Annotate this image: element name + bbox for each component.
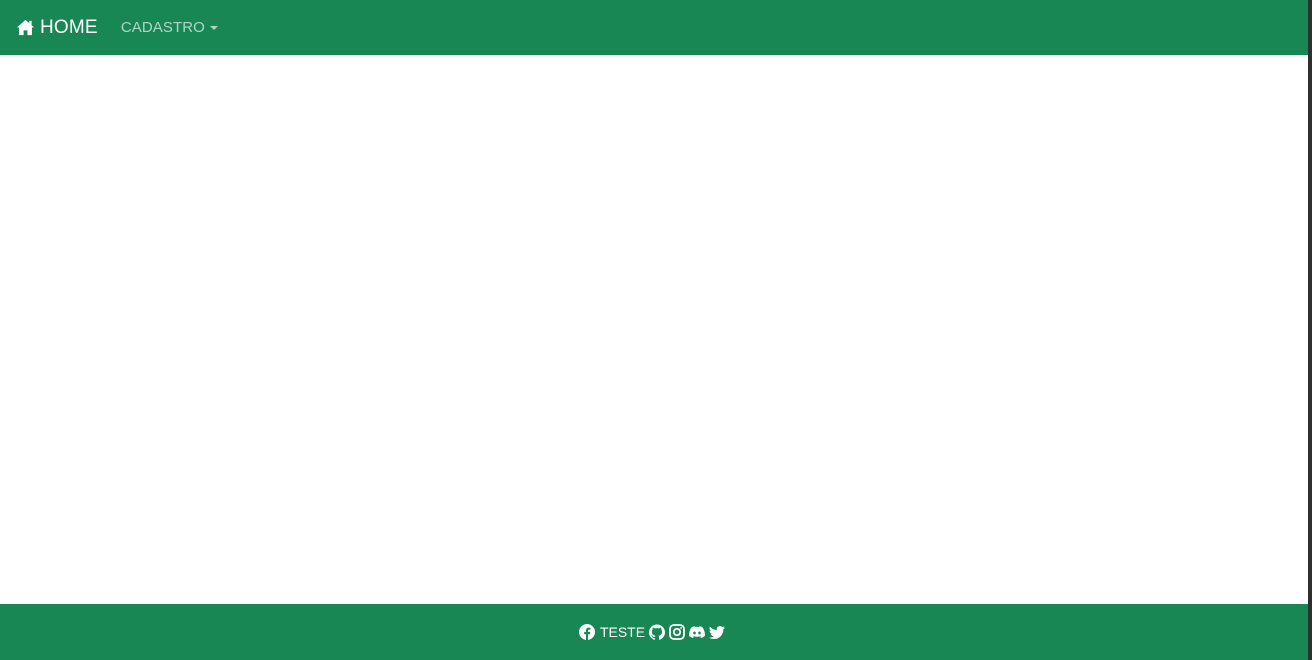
footer-links: TESTE <box>578 623 726 640</box>
footer-text: TESTE <box>599 623 646 640</box>
cadastro-label: CADASTRO <box>120 18 205 36</box>
caret-down-icon <box>209 26 218 30</box>
footer: TESTE <box>0 604 1308 660</box>
instagram-icon[interactable] <box>669 623 685 640</box>
discord-icon[interactable] <box>689 624 705 640</box>
home-label: HOME <box>40 16 98 38</box>
facebook-icon[interactable] <box>578 623 595 640</box>
house-icon <box>16 18 35 37</box>
github-icon[interactable] <box>649 624 666 640</box>
window-edge <box>1308 0 1312 660</box>
cadastro-dropdown[interactable]: CADASTRO <box>121 19 218 37</box>
home-link[interactable]: HOME <box>16 16 98 38</box>
page: HOME CADASTRO TESTE <box>0 0 1312 660</box>
twitter-icon[interactable] <box>709 624 726 640</box>
navbar: HOME CADASTRO <box>0 0 1308 55</box>
main-content <box>0 55 1308 604</box>
